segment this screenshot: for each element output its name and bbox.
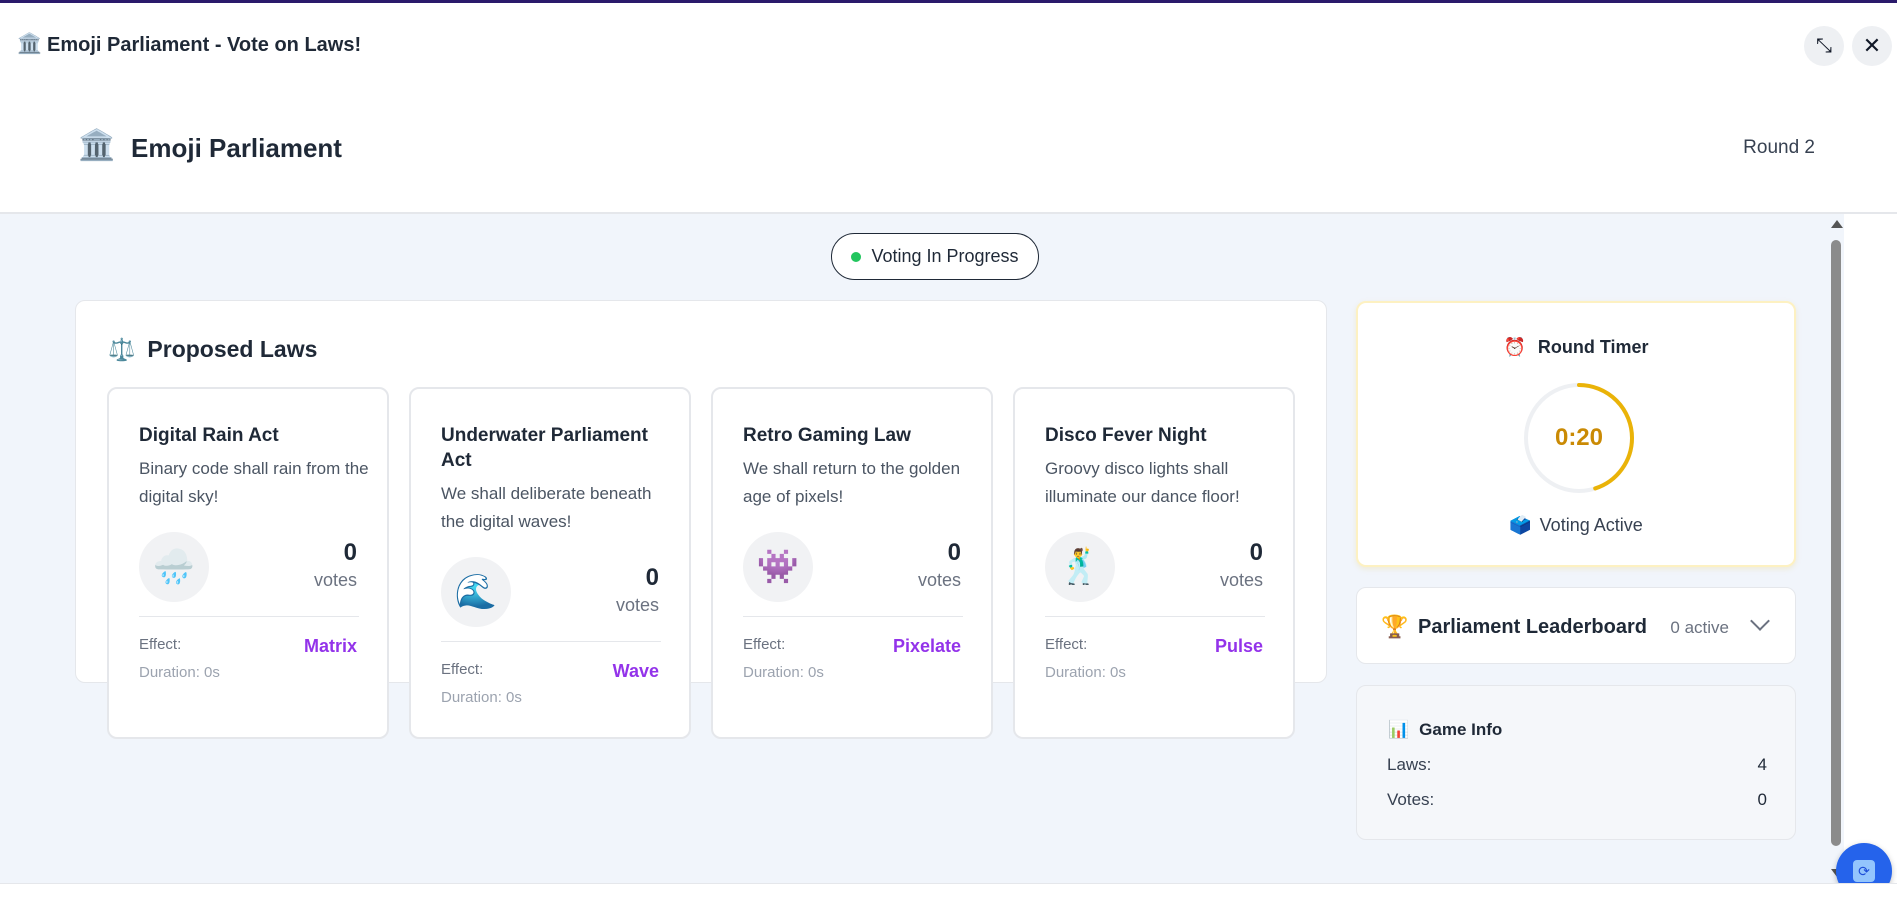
vote-label: votes [313, 570, 357, 590]
shrink-arrows-icon: ⤡ [1816, 34, 1832, 57]
proposed-laws-panel: ⚖️ Proposed Laws Digital Rain Act Binary… [75, 300, 1327, 739]
refresh-icon: ⟳ [1853, 860, 1875, 882]
info-value: 4 [1757, 755, 1767, 774]
duration-label: Duration: 0s [1045, 664, 1126, 681]
duration-label: Duration: 0s [139, 664, 220, 681]
leaderboard-active-count: 0 active [1670, 618, 1729, 637]
proposed-laws-title: Proposed Laws [147, 336, 318, 362]
status-dot-icon [851, 251, 862, 262]
effect-label: Effect: [743, 636, 786, 653]
timer-countdown: 0:20 [1554, 424, 1604, 451]
card-divider [139, 616, 359, 617]
law-title: Retro Gaming Law [743, 425, 911, 446]
law-title: Underwater Parliament Act [441, 425, 648, 471]
game-info-title: Game Info [1419, 720, 1503, 739]
voting-active-label: Voting Active [1539, 515, 1643, 535]
vote-count: 0 votes [918, 539, 961, 593]
duration-label: Duration: 0s [441, 689, 522, 706]
vote-label: votes [917, 570, 961, 590]
proposed-laws-header: ⚖️ Proposed Laws [108, 336, 317, 363]
card-divider [1045, 616, 1265, 617]
law-card-disco-fever[interactable]: Disco Fever Night Groovy disco lights sh… [1013, 387, 1295, 739]
vote-label: votes [615, 595, 659, 615]
law-description: We shall deliberate beneath the digital … [441, 484, 652, 531]
info-row-votes: Votes: 0 [1387, 790, 1767, 810]
scroll-up-arrow-icon[interactable] [1831, 220, 1843, 228]
voting-active-status: 🗳️ Voting Active [1358, 515, 1794, 536]
vote-count: 0 votes [314, 539, 357, 593]
voting-status-label: Voting In Progress [871, 246, 1019, 266]
effect-value: Matrix [303, 636, 357, 656]
round-timer-header: ⏰ Round Timer [1358, 337, 1794, 358]
close-button[interactable]: ✕ [1852, 26, 1892, 66]
info-label: Votes: [1387, 790, 1435, 809]
minimize-button[interactable]: ⤡ [1804, 26, 1844, 66]
card-divider [743, 616, 963, 617]
law-description: Binary code shall rain from the digital … [139, 459, 369, 506]
round-timer-panel: ⏰ Round Timer 0:20 🗳️ Voting Active [1356, 301, 1796, 567]
game-info-panel: 📊 Game Info Laws: 4 Votes: 0 [1356, 685, 1796, 840]
alarm-clock-icon: ⏰ [1503, 337, 1526, 357]
effect-label: Effect: [139, 636, 182, 653]
main-content: Voting In Progress ⚖️ Proposed Laws Digi… [0, 214, 1828, 883]
law-card-underwater[interactable]: Underwater Parliament Act We shall delib… [409, 387, 691, 739]
scroll-thumb[interactable] [1831, 240, 1841, 846]
voting-status-badge: Voting In Progress [831, 233, 1039, 280]
info-value: 0 [1757, 790, 1767, 809]
app-header: 🏛️ Emoji Parliament Round 2 [0, 83, 1897, 214]
app-title: Emoji Parliament [131, 133, 342, 163]
vote-number: 0 [343, 539, 357, 566]
scales-icon: ⚖️ [108, 336, 136, 362]
vote-label: votes [1219, 570, 1263, 590]
effect-label: Effect: [1045, 636, 1088, 653]
effect-value: Wave [612, 661, 659, 681]
vote-number: 0 [1249, 539, 1263, 566]
effect-value: Pulse [1214, 636, 1263, 656]
parliament-building-icon: 🏛️ [17, 33, 42, 55]
bottom-bar [0, 883, 1897, 907]
leaderboard-toggle[interactable]: 🏆 Parliament Leaderboard 0 active [1356, 587, 1796, 664]
law-description: Groovy disco lights shall illuminate our… [1045, 459, 1240, 506]
leaderboard-title: Parliament Leaderboard [1418, 616, 1647, 638]
vote-number: 0 [645, 564, 659, 591]
info-label: Laws: [1387, 755, 1432, 774]
vote-number: 0 [947, 539, 961, 566]
game-info-header: 📊 Game Info [1388, 720, 1502, 740]
rain-cloud-icon: 🌧️ [139, 532, 209, 602]
parliament-logo-icon: 🏛️ [78, 129, 116, 162]
round-timer-title: Round Timer [1537, 337, 1649, 357]
effect-value: Pixelate [892, 636, 961, 656]
close-icon: ✕ [1862, 33, 1882, 58]
vote-count: 0 votes [1220, 539, 1263, 593]
wave-icon: 🌊 [441, 557, 511, 627]
trophy-icon: 🏆 [1381, 614, 1409, 639]
vote-count: 0 votes [616, 564, 659, 618]
bar-chart-icon: 📊 [1388, 720, 1410, 739]
law-card-digital-rain[interactable]: Digital Rain Act Binary code shall rain … [107, 387, 389, 739]
chevron-down-icon[interactable] [1750, 611, 1770, 631]
card-divider [441, 641, 661, 642]
effect-label: Effect: [441, 661, 484, 678]
law-card-retro-gaming[interactable]: Retro Gaming Law We shall return to the … [711, 387, 993, 739]
info-row-laws: Laws: 4 [1387, 755, 1767, 775]
duration-label: Duration: 0s [743, 664, 824, 681]
space-invader-icon: 👾 [743, 532, 813, 602]
window-title: Emoji Parliament - Vote on Laws! [47, 34, 362, 56]
law-title: Digital Rain Act [139, 425, 279, 446]
law-title: Disco Fever Night [1045, 425, 1207, 446]
dancer-icon: 🕺 [1045, 532, 1115, 602]
window-title-bar: 🏛️ Emoji Parliament - Vote on Laws! ⤡ ✕ [0, 3, 1897, 83]
law-description: We shall return to the golden age of pix… [743, 459, 961, 506]
round-indicator: Round 2 [1743, 137, 1815, 158]
vertical-scrollbar[interactable] [1828, 214, 1844, 883]
ballot-box-icon: 🗳️ [1509, 515, 1532, 535]
